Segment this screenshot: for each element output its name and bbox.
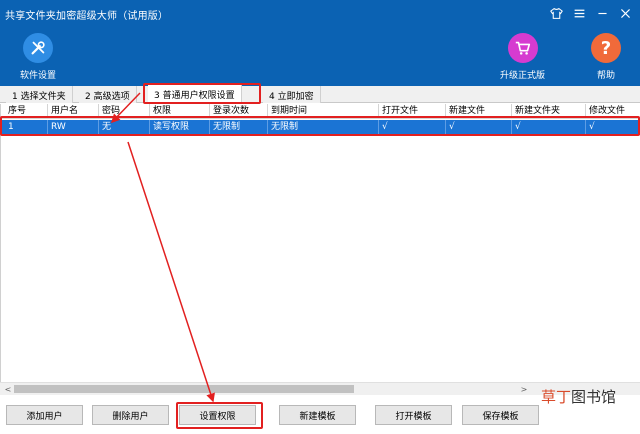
help-label: 帮助	[596, 71, 615, 81]
help-button[interactable]: ? 帮助	[591, 33, 621, 81]
upgrade-label: 升级正式版	[500, 71, 546, 81]
tab-advanced-options[interactable]: 2 高级选项	[79, 86, 137, 103]
save-template-button[interactable]: 保存模板	[462, 405, 539, 425]
annotation-highlight-button	[176, 402, 263, 429]
scroll-right-arrow[interactable]: >	[518, 383, 530, 395]
shopping-cart-icon	[515, 41, 530, 55]
upgrade-icon-circle	[507, 33, 538, 63]
tab-bar: 1 选择文件夹 2 高级选项 3 普通用户权限设置 4 立即加密	[0, 85, 640, 104]
upgrade-button[interactable]: 升级正式版	[500, 33, 545, 81]
minimize-button[interactable]	[593, 4, 611, 22]
tools-icon	[31, 41, 45, 55]
software-settings-label: 软件设置	[20, 71, 57, 81]
delete-user-button[interactable]: 删除用户	[92, 405, 169, 425]
window-title: 共享文件夹加密超级大师（试用版）	[5, 11, 169, 22]
help-icon: ?	[591, 33, 621, 63]
settings-icon-circle	[23, 33, 53, 63]
annotation-highlight-row	[0, 116, 640, 136]
tab-encrypt-now[interactable]: 4 立即加密	[263, 86, 321, 103]
watermark-part-2: 图书馆	[571, 388, 617, 406]
user-permission-table: 序号 用户名 密码 权限 登录次数 到期时间 打开文件 新建文件 新建文件夹 修…	[0, 104, 640, 382]
new-template-button[interactable]: 新建模板	[279, 405, 356, 425]
tab-select-folder[interactable]: 1 选择文件夹	[6, 86, 73, 103]
close-button[interactable]	[616, 4, 634, 22]
add-user-button[interactable]: 添加用户	[6, 405, 83, 425]
menu-button[interactable]	[570, 4, 588, 22]
annotation-highlight-tab	[143, 83, 261, 104]
title-bar: 共享文件夹加密超级大师（试用版） 软件设置 升级正式版 ? 帮助	[0, 0, 640, 86]
software-settings-button[interactable]: 软件设置	[20, 33, 56, 81]
watermark: 草丁图书馆	[541, 386, 616, 407]
open-template-button[interactable]: 打开模板	[375, 405, 452, 425]
minimize-icon	[597, 12, 607, 14]
menu-icon	[574, 9, 584, 17]
scroll-left-arrow[interactable]: <	[2, 383, 14, 395]
watermark-part-1: 草丁	[541, 388, 572, 406]
close-icon	[620, 8, 630, 18]
skin-button[interactable]	[547, 4, 565, 22]
window-controls	[547, 4, 634, 22]
shirt-icon	[549, 7, 563, 19]
scroll-thumb[interactable]	[14, 385, 354, 393]
